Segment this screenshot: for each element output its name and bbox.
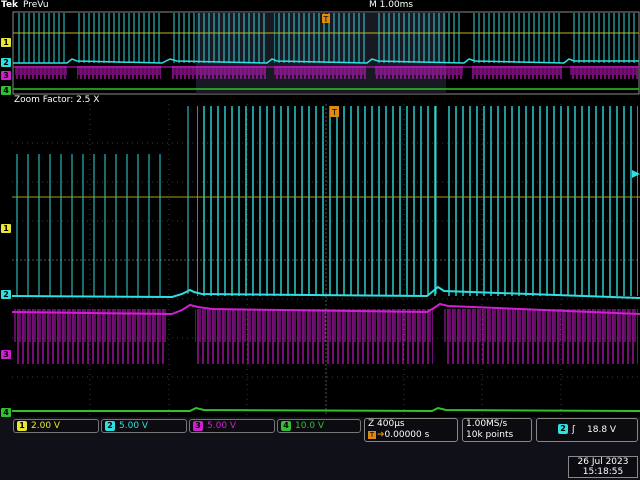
zoom-scale: Z 400µs [368, 419, 405, 429]
overview-waveforms: T [12, 11, 640, 95]
date: 26 Jul 2023 [577, 457, 629, 467]
overview-pane[interactable]: T [12, 11, 640, 95]
brand-label: Tek [1, 0, 19, 10]
zoom-ch1-marker[interactable]: 1 [1, 224, 11, 233]
ch2-scale: 5.00 V [119, 421, 149, 431]
trigger-level: 18.8 V [587, 425, 617, 435]
zoom-pane[interactable]: T [11, 104, 640, 416]
trigger-source-badge: 2 [558, 424, 568, 434]
ch4-scale-readout[interactable]: 4 10.0 V [277, 419, 361, 433]
trigger-position-line: T ➔0.00000 s [368, 430, 457, 441]
trigger-position: 0.00000 s [384, 430, 430, 440]
record-length: 10k points [466, 430, 514, 440]
zoom-timebase-box[interactable]: Z 400µs T ➔0.00000 s [364, 418, 458, 442]
ch1-scale: 2.00 V [31, 421, 61, 431]
overview-ch2-marker[interactable]: 2 [1, 58, 11, 67]
time: 15:18:55 [582, 467, 624, 477]
arrow-right-icon: ➔ [377, 430, 385, 440]
svg-text:T: T [323, 15, 329, 24]
ch3-scale-readout[interactable]: 3 5.00 V [189, 419, 275, 433]
trigger-position-icon: T [368, 431, 376, 439]
zoom-ch3-trace [11, 302, 640, 399]
overview-ch3-trace [13, 66, 639, 80]
ch3-scale: 5.00 V [207, 421, 237, 431]
mode-label: PreVu [23, 0, 49, 10]
ch4-scale: 10.0 V [295, 421, 325, 431]
acquisition-box[interactable]: 1.00MS/s 10k points [462, 418, 532, 442]
status-bar: Tek PreVu M 1.00ms [0, 0, 640, 11]
trigger-box[interactable]: 2 ʃ 18.8 V [536, 418, 638, 442]
sample-rate: 1.00MS/s [466, 419, 508, 429]
timebase-readout[interactable]: M 1.00ms [369, 0, 413, 10]
datetime-box: 26 Jul 2023 15:18:55 [568, 456, 638, 478]
ch3-badge: 3 [193, 421, 203, 431]
ch1-scale-readout[interactable]: 1 2.00 V [13, 419, 99, 433]
ch1-badge: 1 [17, 421, 27, 431]
overview-ch3-marker[interactable]: 3 [1, 71, 11, 80]
ch2-scale-readout[interactable]: 2 5.00 V [101, 419, 187, 433]
ch2-badge: 2 [105, 421, 115, 431]
zoom-ch4-marker[interactable]: 4 [1, 408, 11, 417]
overview-ch4-marker[interactable]: 4 [1, 86, 11, 95]
zoom-ch2-bursts [14, 104, 638, 299]
ch4-badge: 4 [281, 421, 291, 431]
rising-edge-icon: ʃ [572, 425, 576, 435]
overview-ch1-marker[interactable]: 1 [1, 38, 11, 47]
zoom-ch2-marker[interactable]: 2 [1, 290, 11, 299]
zoom-waveforms: T [11, 104, 640, 416]
zoom-ch3-marker[interactable]: 3 [1, 350, 11, 359]
svg-text:T: T [331, 108, 337, 117]
